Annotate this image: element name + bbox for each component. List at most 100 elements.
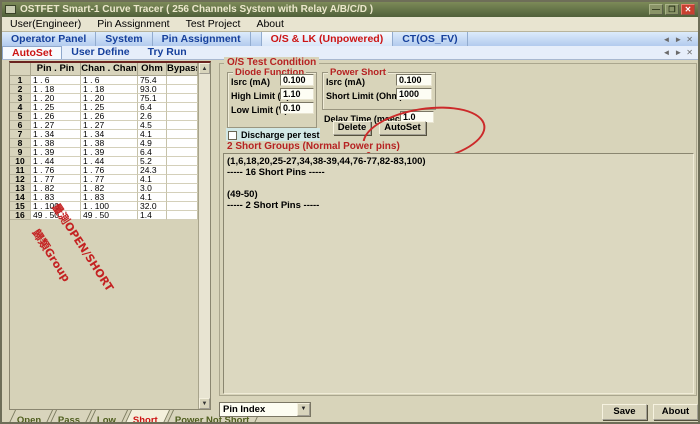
app-window: OSTFET Smart-1 Curve Tracer ( 256 Channe…: [0, 0, 700, 424]
table-cell: 1 . 26: [81, 112, 138, 121]
tab-ct-os-fv[interactable]: CT(OS_FV): [393, 32, 467, 46]
table-row[interactable]: 101 . 441 . 445.2: [10, 157, 198, 166]
table-row[interactable]: 151 . 1001 . 10032.0: [10, 202, 198, 211]
subtab-close-icon[interactable]: ✕: [686, 48, 693, 57]
table-row[interactable]: 111 . 761 . 7624.3: [10, 166, 198, 175]
menu-user-engineer[interactable]: User(Engineer): [2, 17, 89, 32]
pin-index-dropdown[interactable]: Pin Index ▼: [219, 402, 311, 417]
menu-pin-assignment[interactable]: Pin Assignment: [89, 17, 177, 32]
power-short-limit-input[interactable]: [396, 88, 432, 100]
table-row[interactable]: 41 . 251 . 256.4: [10, 103, 198, 112]
table-cell: 4: [10, 103, 31, 112]
table-cell: 1 . 39: [81, 148, 138, 157]
table-cell: 1 . 44: [81, 157, 138, 166]
about-button[interactable]: About: [653, 404, 698, 420]
dropdown-arrow-icon[interactable]: ▼: [297, 403, 310, 416]
sheet-tab-open[interactable]: Open: [9, 410, 53, 423]
minimize-button-icon[interactable]: —: [649, 4, 663, 15]
diode-high-limit-input[interactable]: [280, 88, 314, 100]
table-row[interactable]: 11 . 61 . 675.4: [10, 76, 198, 85]
table-cell: [167, 184, 198, 193]
menu-test-project[interactable]: Test Project: [178, 17, 249, 32]
table-cell: 1 . 38: [31, 139, 81, 148]
sub-tab-strip: AutoSet User Define Try Run ◄ ► ✕: [2, 46, 698, 60]
tab-pin-assignment[interactable]: Pin Assignment: [153, 32, 251, 46]
column-header-bypass: Bypass: [167, 63, 198, 76]
table-cell: 4.9: [138, 139, 167, 148]
table-cell: [167, 211, 198, 220]
short-groups-textarea[interactable]: (1,6,18,20,25-27,34,38-39,44,76-77,82-83…: [223, 153, 694, 394]
table-scrollbar[interactable]: ▲ ▼: [198, 63, 210, 409]
table-cell: 11: [10, 166, 31, 175]
table-cell: [167, 139, 198, 148]
menu-bar: User(Engineer) Pin Assignment Test Proje…: [2, 17, 698, 32]
table-cell: 1 . 76: [81, 166, 138, 175]
power-isrc-input[interactable]: [396, 74, 432, 86]
table-cell: [167, 112, 198, 121]
table-row[interactable]: 141 . 831 . 834.1: [10, 193, 198, 202]
menu-about[interactable]: About: [248, 17, 291, 32]
table-cell: 2.6: [138, 112, 167, 121]
tab-autoset[interactable]: AutoSet: [2, 46, 62, 59]
tab-system[interactable]: System: [96, 32, 152, 46]
table-cell: 32.0: [138, 202, 167, 211]
table-cell: [167, 130, 198, 139]
subtab-scroll-left-icon[interactable]: ◄: [662, 48, 670, 57]
table-header-row: Pin . Pin Chan . Chan Ohm Bypass: [10, 63, 198, 76]
table-cell: 4.1: [138, 130, 167, 139]
table-row[interactable]: 51 . 261 . 262.6: [10, 112, 198, 121]
table-cell: 75.1: [138, 94, 167, 103]
table-row[interactable]: 21 . 181 . 1893.0: [10, 85, 198, 94]
table-cell: 4.1: [138, 175, 167, 184]
table-row[interactable]: 81 . 381 . 384.9: [10, 139, 198, 148]
table-cell: 1 . 6: [81, 76, 138, 85]
subtab-scroll-right-icon[interactable]: ►: [674, 48, 682, 57]
sheet-tab-low[interactable]: Low: [89, 410, 128, 423]
table-cell: 13: [10, 184, 31, 193]
table-cell: 5: [10, 112, 31, 121]
table-cell: 1 . 38: [81, 139, 138, 148]
table-row[interactable]: 91 . 391 . 396.4: [10, 148, 198, 157]
table-row[interactable]: 61 . 271 . 274.5: [10, 121, 198, 130]
table-cell: 14: [10, 193, 31, 202]
app-icon: [5, 5, 16, 14]
scroll-up-icon[interactable]: ▲: [199, 63, 210, 74]
table-row[interactable]: 31 . 201 . 2075.1: [10, 94, 198, 103]
scroll-down-icon[interactable]: ▼: [199, 398, 210, 409]
table-row[interactable]: 71 . 341 . 344.1: [10, 130, 198, 139]
discharge-checkbox[interactable]: [228, 131, 237, 140]
sheet-tab-pass[interactable]: Pass: [50, 410, 92, 423]
tab-os-lk-unpowered[interactable]: O/S & LK (Unpowered): [261, 32, 394, 46]
save-button[interactable]: Save: [602, 404, 647, 420]
table-cell: 4.5: [138, 121, 167, 130]
grid-body: 11 . 61 . 675.421 . 181 . 1893.031 . 201…: [10, 76, 198, 220]
restore-button-icon[interactable]: ❐: [665, 4, 679, 15]
tab-try-run[interactable]: Try Run: [139, 46, 196, 59]
table-cell: 1 . 82: [31, 184, 81, 193]
main-tab-strip: Operator Panel System Pin Assignment O/S…: [2, 32, 698, 46]
table-cell: 1 . 26: [31, 112, 81, 121]
table-row[interactable]: 121 . 771 . 774.1: [10, 175, 198, 184]
sheet-tab-short[interactable]: Short: [125, 410, 170, 423]
table-cell: 16: [10, 211, 31, 220]
table-cell: [167, 175, 198, 184]
table-cell: 1 . 34: [31, 130, 81, 139]
table-row[interactable]: 131 . 821 . 823.0: [10, 184, 198, 193]
tab-operator-panel[interactable]: Operator Panel: [2, 32, 96, 46]
close-button-icon[interactable]: ✕: [681, 4, 695, 15]
table-cell: [167, 103, 198, 112]
table-cell: [167, 157, 198, 166]
table-cell: 1 . 83: [31, 193, 81, 202]
diode-isrc-input[interactable]: [280, 74, 314, 86]
tab-scroll-left-icon[interactable]: ◄: [662, 35, 670, 44]
table-cell: 1 . 34: [81, 130, 138, 139]
table-cell: 1 . 83: [81, 193, 138, 202]
tab-user-define[interactable]: User Define: [62, 46, 138, 59]
table-cell: 2: [10, 85, 31, 94]
diode-low-limit-input[interactable]: [280, 102, 314, 114]
tab-scroll-right-icon[interactable]: ►: [674, 35, 682, 44]
table-cell: [167, 94, 198, 103]
table-cell: 4.1: [138, 193, 167, 202]
table-row[interactable]: 1649 . 5049 . 501.4: [10, 211, 198, 220]
tab-close-icon[interactable]: ✕: [686, 35, 693, 44]
